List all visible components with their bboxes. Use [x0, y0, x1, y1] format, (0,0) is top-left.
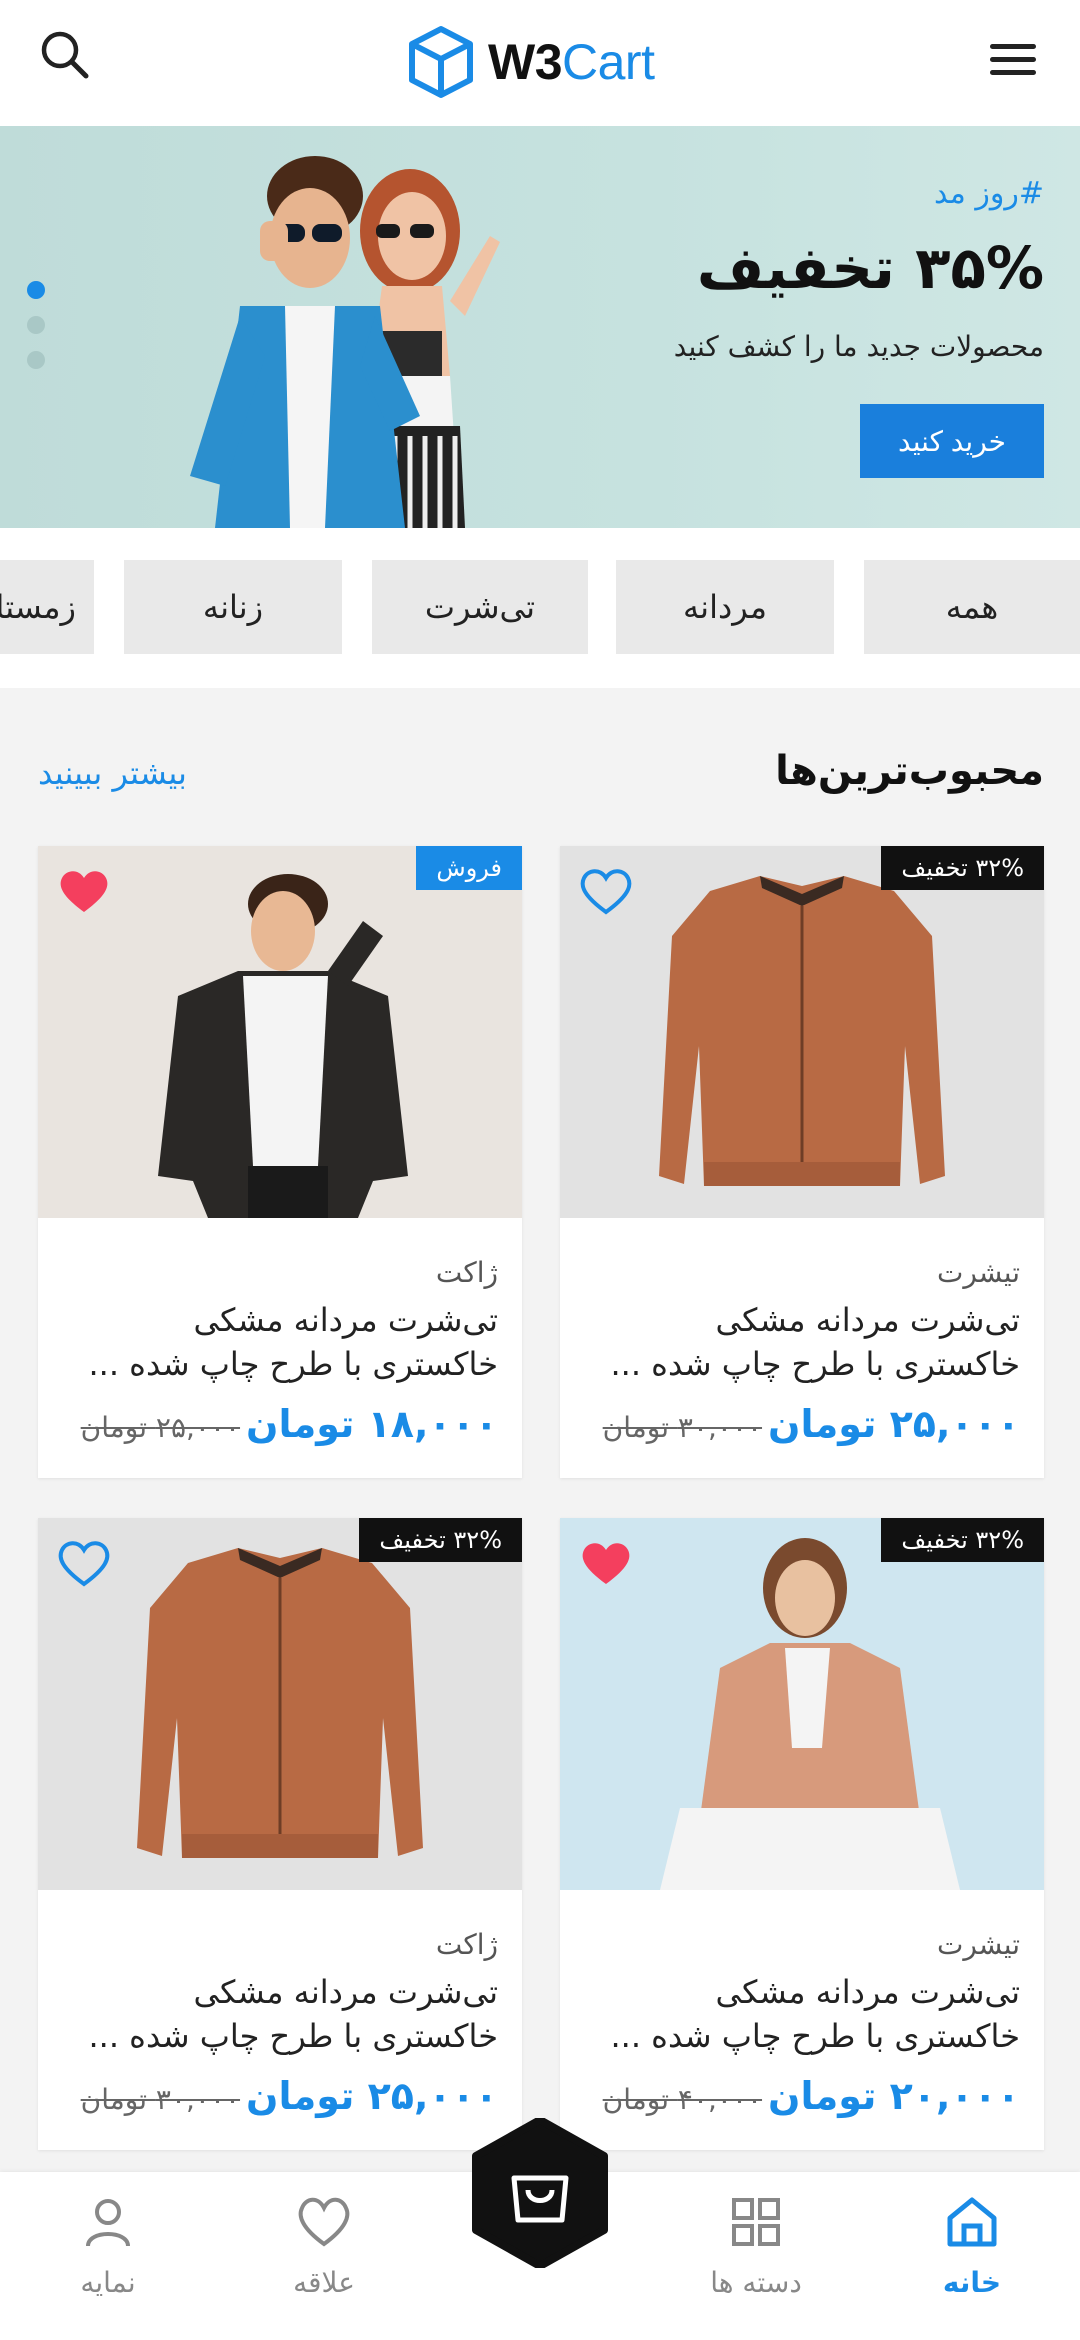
chip-all[interactable]: همه	[864, 560, 1080, 654]
nav-home[interactable]: خانه	[892, 2192, 1052, 2322]
heart-icon[interactable]	[56, 1538, 112, 1588]
product-old-price: ۳۰,۰۰۰ تومان	[80, 2083, 241, 2116]
heart-icon[interactable]	[56, 866, 112, 916]
carousel-indicator	[27, 281, 45, 386]
product-price: ۱۸,۰۰۰ تومان	[246, 1402, 498, 1446]
models-photo	[190, 156, 500, 528]
discount-badge: ۳۲% تخفیف	[359, 1518, 522, 1562]
product-card[interactable]: فروش ژاکت تی‌شرت مردانه مشکی خاکستری با …	[38, 846, 522, 1478]
nav-favorites[interactable]: علاقه	[244, 2192, 404, 2322]
product-title[interactable]: تی‌شرت مردانه مشکی خاکستری با طرح چاپ شد…	[580, 1970, 1020, 2058]
logo[interactable]: W3Cart	[406, 24, 655, 100]
product-old-price: ۴۰,۰۰۰ تومان	[602, 2083, 763, 2116]
search-icon[interactable]	[38, 28, 94, 84]
box-logo-icon	[409, 26, 473, 98]
product-price: ۲۰,۰۰۰ تومان	[768, 2074, 1020, 2118]
hamburger-menu-icon[interactable]	[990, 38, 1042, 86]
carousel-dot[interactable]	[27, 316, 45, 334]
sale-badge: فروش	[416, 846, 522, 890]
see-more-link[interactable]: بیشتر ببینید	[38, 754, 187, 792]
heart-icon	[298, 2197, 350, 2247]
product-title[interactable]: تی‌شرت مردانه مشکی خاکستری با طرح چاپ شد…	[58, 1298, 498, 1386]
nav-categories[interactable]: دسته ها	[676, 2192, 836, 2322]
product-title[interactable]: تی‌شرت مردانه مشکی خاکستری با طرح چاپ شد…	[580, 1298, 1020, 1386]
home-icon	[947, 2197, 997, 2247]
shop-now-button[interactable]: خرید کنید	[860, 404, 1044, 478]
product-title[interactable]: تی‌شرت مردانه مشکی خاکستری با طرح چاپ شد…	[58, 1970, 498, 2058]
product-old-price: ۳۰,۰۰۰ تومان	[602, 1411, 763, 1444]
carousel-dot[interactable]	[27, 281, 45, 299]
user-icon	[86, 2199, 130, 2247]
nav-label: دسته ها	[710, 2266, 802, 2299]
discount-badge: ۳۲% تخفیف	[881, 846, 1044, 890]
banner-tag: #روز مد	[934, 176, 1044, 211]
chip-women[interactable]: زنانه	[124, 560, 342, 654]
nav-label: علاقه	[293, 2266, 355, 2299]
nav-label: نمایه	[80, 2266, 136, 2299]
category-chips: همه مردانه تی‌شرت زنانه زمستانه	[0, 528, 1080, 688]
discount-badge: ۳۲% تخفیف	[881, 1518, 1044, 1562]
section-title: محبوب‌ترین‌ها	[775, 748, 1044, 794]
nav-profile[interactable]: نمایه	[28, 2192, 188, 2322]
product-card[interactable]: ۳۲% تخفیف تیشرت تی‌شرت مردانه مشکی خاکست…	[560, 1518, 1044, 2150]
banner-headline: ۳۵% تخفیف	[696, 234, 1044, 302]
grid-icon	[732, 2198, 780, 2246]
price-row: ۲۵,۰۰۰ تومان ۳۰,۰۰۰ تومان	[81, 2074, 498, 2118]
chip-men[interactable]: مردانه	[616, 560, 834, 654]
product-category: تیشرت	[936, 1256, 1020, 1289]
product-old-price: ۲۵,۰۰۰ تومان	[80, 1411, 241, 1444]
price-row: ۲۰,۰۰۰ تومان ۴۰,۰۰۰ تومان	[603, 2074, 1020, 2118]
chip-tshirt[interactable]: تی‌شرت	[372, 560, 588, 654]
product-card[interactable]: ۳۲% تخفیف ژاکت تی‌شرت مردانه مشکی خاکستر…	[38, 1518, 522, 2150]
carousel-dot[interactable]	[27, 351, 45, 369]
heart-icon[interactable]	[578, 1538, 634, 1588]
logo-text: W3Cart	[488, 34, 655, 90]
product-price: ۲۵,۰۰۰ تومان	[768, 1402, 1020, 1446]
product-category: تیشرت	[936, 1928, 1020, 1961]
hero-banner[interactable]: #روز مد ۳۵% تخفیف محصولات جدید ما را کشف…	[0, 126, 1080, 528]
product-category: ژاکت	[435, 1256, 498, 1289]
product-price: ۲۵,۰۰۰ تومان	[246, 2074, 498, 2118]
price-row: ۲۵,۰۰۰ تومان ۳۰,۰۰۰ تومان	[603, 1402, 1020, 1446]
price-row: ۱۸,۰۰۰ تومان ۲۵,۰۰۰ تومان	[81, 1402, 498, 1446]
app-header: W3Cart	[0, 0, 1080, 126]
chip-winter[interactable]: زمستانه	[0, 560, 94, 654]
nav-label: خانه	[942, 2266, 1002, 2299]
product-category: ژاکت	[435, 1928, 498, 1961]
heart-icon[interactable]	[578, 866, 634, 916]
product-card[interactable]: ۳۲% تخفیف تیشرت تی‌شرت مردانه مشکی خاکست…	[560, 846, 1044, 1478]
cart-button[interactable]	[468, 2116, 612, 2270]
banner-subtitle: محصولات جدید ما را کشف کنید	[673, 330, 1044, 363]
